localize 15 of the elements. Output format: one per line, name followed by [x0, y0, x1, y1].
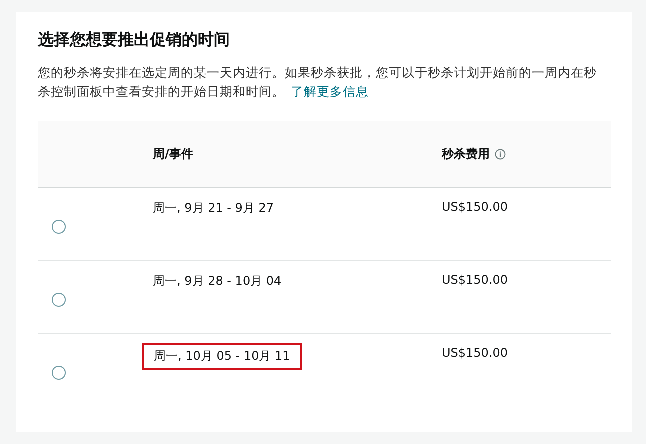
week-cell: 周一, 9月 21 - 9月 27	[153, 200, 274, 217]
fee-cell: US$150.00	[442, 346, 508, 360]
fee-cell: US$150.00	[442, 200, 508, 214]
column-header: 秒杀费用	[442, 146, 611, 162]
learn-more-link[interactable]: 了解更多信息	[291, 84, 369, 99]
description-text: 您的秒杀将安排在选定周的某一天内进行。如果秒杀获批，您可以于秒杀计划开始前的一周内在秒杀控制面板中查看安排的开始日期和时间。 了解更多信息	[38, 64, 598, 101]
info-icon[interactable]	[495, 148, 506, 160]
radio-button[interactable]	[52, 366, 66, 380]
radio-button[interactable]	[52, 220, 66, 234]
column-header: 周/事件	[153, 146, 194, 162]
week-cell: 周一, 10月 05 - 10月 11	[142, 343, 302, 370]
week-cell: 周一, 9月 28 - 10月 04	[153, 273, 282, 290]
section-heading: 选择您想要推出促销的时间	[38, 30, 231, 51]
fee-cell: US$150.00	[442, 273, 508, 287]
radio-button[interactable]	[52, 293, 66, 307]
